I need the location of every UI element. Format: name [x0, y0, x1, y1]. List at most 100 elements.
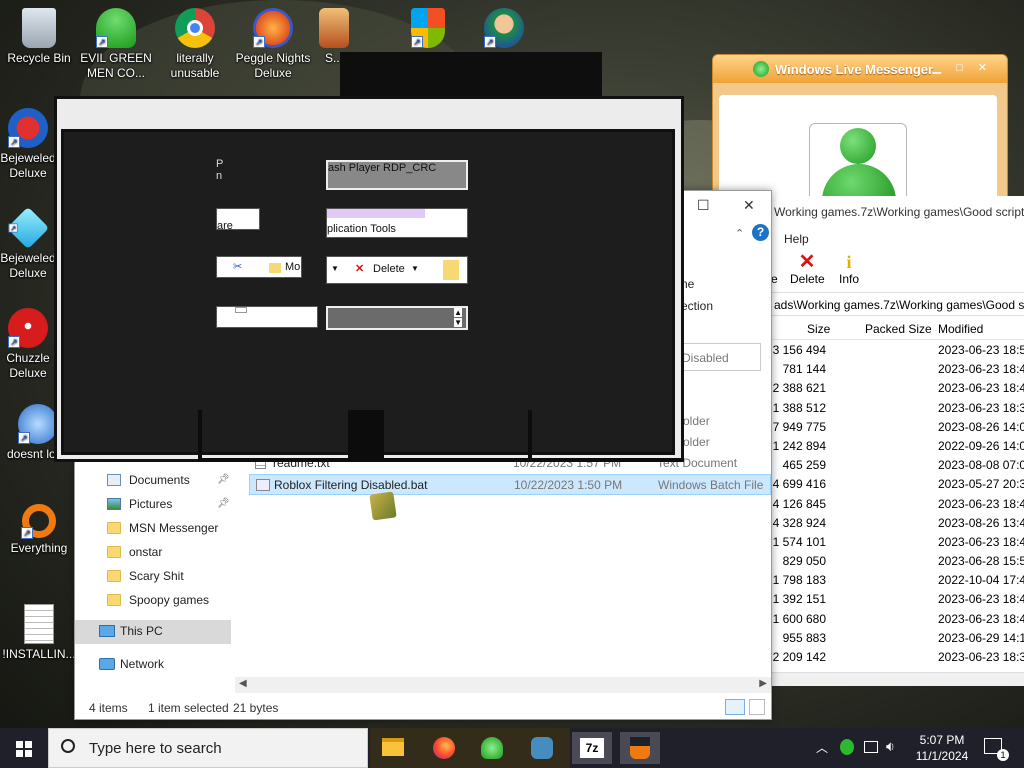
- sevenzip-file-row[interactable]: 465 259 2023-08-08 07:01: [771, 455, 1024, 474]
- column-size[interactable]: Size: [807, 322, 830, 336]
- explorer-search-box[interactable]: Disabled: [679, 343, 761, 371]
- glitch-strip-top: [340, 52, 602, 96]
- sevenzip-file-row[interactable]: 4 699 416 2023-05-27 20:33: [771, 474, 1024, 493]
- sevenzip-file-row[interactable]: 3 156 494 2023-06-23 18:58: [771, 340, 1024, 359]
- sevenzip-file-row[interactable]: 14 328 924 2023-08-26 13:42: [766, 513, 1024, 532]
- sevenzip-delete-button[interactable]: ✕ Delete: [790, 251, 825, 286]
- show-hidden-icons-icon[interactable]: ︿: [816, 739, 828, 768]
- firefox-taskbar-icon[interactable]: [424, 732, 464, 764]
- bejeweled-icon: ↗: [8, 108, 48, 148]
- shortcut-arrow-icon: ↗: [484, 36, 496, 48]
- sevenzip-file-row[interactable]: 955 883 2023-06-29 14:16: [771, 628, 1024, 647]
- msn-title-bar[interactable]: Windows Live Messenger ▁ □ ✕: [713, 55, 1007, 83]
- pictures-icon: [107, 498, 121, 510]
- explorer-horizontal-scrollbar[interactable]: ◀ ▶: [235, 677, 771, 693]
- large-icons-view-icon[interactable]: [749, 699, 765, 715]
- row-size: 1 388 512: [772, 400, 826, 415]
- row-size: 1 574 101: [772, 534, 826, 549]
- sevenzip-file-row[interactable]: 2 388 621 2023-06-23 18:42: [771, 378, 1024, 397]
- desktop-icon-evil-green-men[interactable]: ↗ EVIL GREEN MEN CO...: [78, 8, 154, 81]
- start-button[interactable]: [0, 728, 48, 768]
- sevenzip-toolbar-partial-button[interactable]: e: [771, 252, 778, 286]
- pin-icon[interactable]: 📌︎: [217, 498, 230, 509]
- file-explorer-taskbar-icon[interactable]: [374, 732, 414, 764]
- nav-label: Scary Shit: [129, 569, 184, 583]
- desktop-icon-label: Peggle Nights Deluxe: [235, 51, 311, 80]
- nav-item-scary-shit[interactable]: Scary Shit: [75, 565, 233, 589]
- glitched-dialog-window[interactable]: P n ash Player RDP_CRC are plication Too…: [54, 96, 684, 462]
- sevenzip-file-row[interactable]: 1 242 894 2022-09-26 14:04: [771, 436, 1024, 455]
- file-row[interactable]: Roblox Filtering Disabled.bat 10/22/2023 …: [249, 474, 771, 495]
- msn-tray-icon[interactable]: [840, 739, 854, 755]
- folder-icon: [107, 594, 121, 606]
- row-size: 829 050: [782, 554, 826, 569]
- scroll-right-icon[interactable]: ▶: [759, 678, 767, 689]
- desktop-icon-peggle[interactable]: ↗ Peggle Nights Deluxe: [235, 8, 311, 81]
- nav-network[interactable]: Network: [75, 653, 231, 677]
- glitch-text: ash Player RDP_CRC: [328, 162, 437, 174]
- chuzzle-icon: ↗: [8, 308, 48, 348]
- row-modified: 2023-08-26 14:01: [938, 419, 1024, 434]
- glitch-text: are: [217, 220, 233, 230]
- glitch-box-application-tools: plication Tools: [326, 208, 468, 238]
- sevenzip-file-row[interactable]: 1 392 151 2023-06-23 18:45: [771, 589, 1024, 608]
- sevenzip-horizontal-scrollbar[interactable]: [771, 672, 1024, 686]
- msn-window-controls[interactable]: ▁ □ ✕: [933, 61, 993, 74]
- sevenzip-file-row[interactable]: 1 574 101 2023-06-23 18:45: [771, 532, 1024, 551]
- volume-icon[interactable]: 🔉︎: [886, 738, 895, 768]
- desktop-icon-character[interactable]: ↗: [466, 8, 542, 51]
- sevenzip-file-row[interactable]: 829 050 2023-06-28 15:57: [771, 551, 1024, 570]
- desktop-icon-chuzzle[interactable]: ↗ Chuzzle Deluxe: [0, 308, 60, 381]
- sevenzip-file-row[interactable]: 1 388 512 2023-06-23 18:39: [771, 398, 1024, 417]
- sevenzip-menu-help[interactable]: Help: [771, 228, 1024, 250]
- column-packed-size[interactable]: Packed Size: [865, 322, 932, 336]
- flask-app-taskbar-icon[interactable]: [620, 732, 660, 764]
- desktop-icon-chrome[interactable]: literally unusable: [157, 8, 233, 81]
- sevenzip-file-row[interactable]: 1 600 680 2023-06-23 18:44: [771, 609, 1024, 628]
- desktop-icon-bejeweled[interactable]: ↗ Bejeweled Deluxe: [0, 108, 60, 181]
- nav-item-msn-messenger[interactable]: MSN Messenger: [75, 517, 233, 541]
- nav-item-onstar[interactable]: onstar: [75, 541, 233, 565]
- sevenzip-file-row[interactable]: 1 798 183 2022-10-04 17:41: [771, 570, 1024, 589]
- desktop-icon-shield[interactable]: ↗: [390, 8, 466, 51]
- msn-taskbar-icon[interactable]: [472, 732, 512, 764]
- desktop-icon-recycle-bin[interactable]: Recycle Bin: [1, 8, 77, 66]
- game-shortcut-icon: [319, 8, 349, 48]
- chevron-up-icon[interactable]: ⌃: [735, 227, 744, 240]
- desktop-icon-bejeweled-2[interactable]: ↗ Bejeweled Deluxe: [0, 208, 60, 281]
- ribbon-item[interactable]: ection: [681, 299, 713, 313]
- row-modified: 2023-06-23 18:58: [938, 343, 1024, 357]
- details-view-icon[interactable]: [725, 699, 745, 715]
- msn-messenger-window[interactable]: Windows Live Messenger ▁ □ ✕: [712, 54, 1008, 213]
- sevenzip-path-bar[interactable]: ads\Working games.7z\Working games\Good …: [771, 292, 1024, 316]
- desktop-icon-everything[interactable]: ↗ Everything: [1, 504, 77, 556]
- taskbar-clock[interactable]: 5:07 PM 11/1/2024: [906, 732, 978, 764]
- scroll-left-icon[interactable]: ◀: [239, 678, 247, 689]
- sevenzip-taskbar-icon[interactable]: 7z: [572, 732, 612, 764]
- sevenzip-info-button[interactable]: i Info: [837, 252, 861, 286]
- nav-this-pc[interactable]: This PC: [75, 620, 231, 644]
- godot-taskbar-icon[interactable]: [522, 732, 562, 764]
- pin-icon[interactable]: 📌︎: [217, 474, 230, 485]
- nav-item-pictures[interactable]: Pictures 📌︎: [75, 493, 233, 517]
- column-modified[interactable]: Modified: [938, 322, 983, 336]
- nav-item-documents[interactable]: Documents 📌︎: [75, 469, 233, 493]
- sevenzip-file-row[interactable]: 781 144 2023-06-23 18:40: [771, 359, 1024, 378]
- network-tray-icon[interactable]: [864, 741, 878, 753]
- close-icon[interactable]: ✕: [743, 197, 755, 214]
- notifications-button[interactable]: 1: [984, 738, 1009, 761]
- sevenzip-file-row[interactable]: 4 126 845 2023-06-23 18:45: [771, 494, 1024, 513]
- spinner-up-icon: ▲: [454, 308, 462, 317]
- taskbar-search-box[interactable]: Type here to search: [48, 728, 368, 768]
- help-icon[interactable]: ?: [752, 224, 769, 241]
- sevenzip-file-row[interactable]: 7 949 775 2023-08-26 14:01: [771, 417, 1024, 436]
- desktop-icon-installing[interactable]: !INSTALLIN...: [1, 604, 77, 662]
- windows-logo-icon: [16, 741, 32, 757]
- nav-label: Documents: [129, 473, 190, 487]
- row-modified: 2022-09-26 14:04: [938, 438, 1024, 453]
- nav-item-spoopy-games[interactable]: Spoopy games: [75, 589, 233, 613]
- sevenzip-file-row[interactable]: 2 209 142 2023-06-23 18:39: [771, 647, 1024, 666]
- sevenzip-window[interactable]: Working games.7z\Working games\Good scri…: [766, 196, 1024, 686]
- delete-x-icon: ✕: [798, 251, 816, 273]
- maximize-icon[interactable]: ☐: [697, 197, 710, 214]
